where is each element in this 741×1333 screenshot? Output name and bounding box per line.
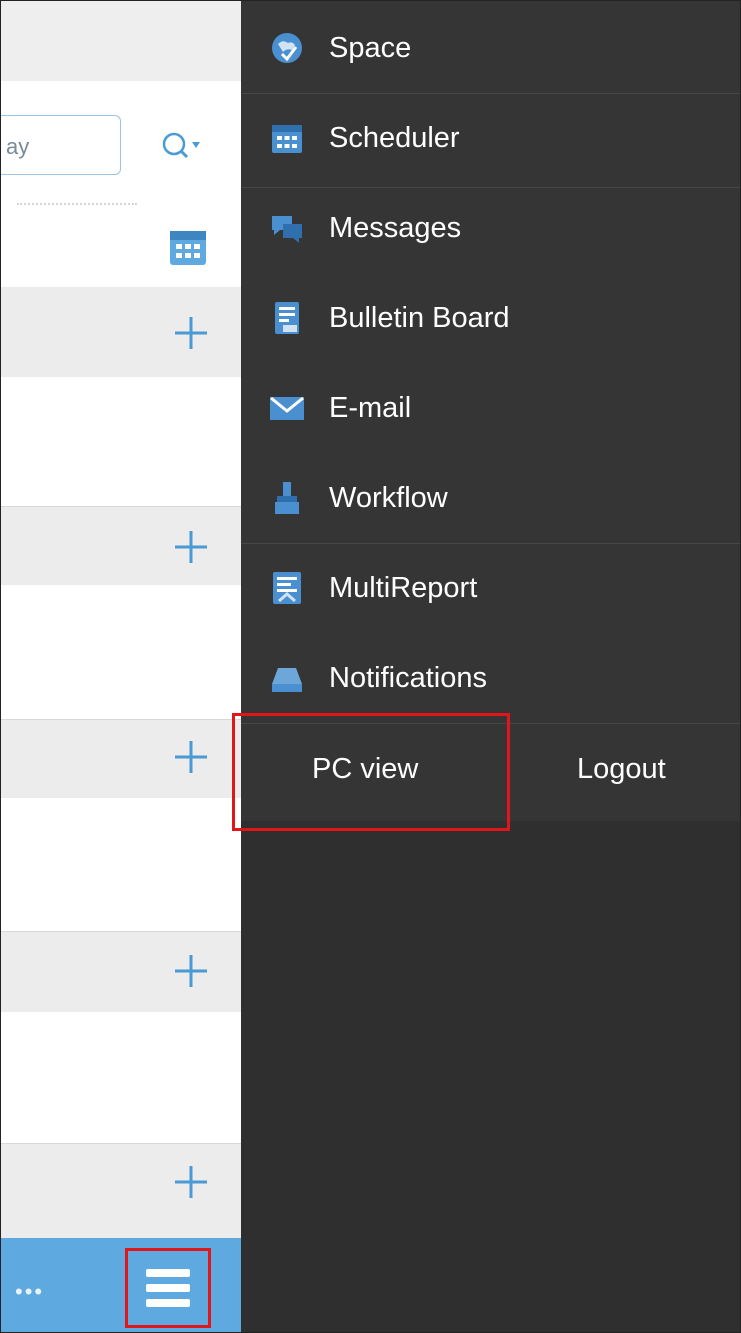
menu-item-email[interactable]: E-mail <box>241 363 521 453</box>
menu-item-label: E-mail <box>329 391 412 424</box>
menu-item-bulletin-board[interactable]: Bulletin Board <box>241 273 521 363</box>
add-plus-icon[interactable] <box>173 953 209 989</box>
menu-item-workflow[interactable]: Workflow <box>241 453 521 543</box>
menu-item-messages[interactable]: Messages <box>241 183 521 273</box>
workflow-icon <box>275 482 299 514</box>
add-plus-icon[interactable] <box>173 739 209 775</box>
menu-item-label: Scheduler <box>329 121 460 154</box>
search-input-text: ay <box>6 134 30 159</box>
add-plus-icon[interactable] <box>173 529 209 565</box>
menu-item-label: Messages <box>329 211 462 244</box>
menu-item-notifications[interactable]: Notifications <box>241 633 521 723</box>
search-input[interactable]: ay <box>1 115 121 175</box>
add-plus-icon[interactable] <box>173 1164 209 1200</box>
multireport-icon <box>273 572 301 604</box>
bulletin-board-icon <box>275 302 299 334</box>
top-bar <box>1 1 241 81</box>
menu-item-label: Notifications <box>329 661 487 694</box>
divider <box>17 203 137 205</box>
menu-item-label: Workflow <box>329 481 448 514</box>
menu-item-multireport[interactable]: MultiReport <box>241 543 521 633</box>
app-frame: ay ••• Space Scheduler Messages Bulletin… <box>0 0 741 1333</box>
menu-item-label: Bulletin Board <box>329 301 510 334</box>
email-icon <box>270 396 304 420</box>
messages-icon <box>272 216 302 243</box>
side-menu: Space Scheduler Messages Bulletin Board … <box>241 1 740 1332</box>
add-plus-icon[interactable] <box>173 315 209 351</box>
pc-view-button[interactable]: PC view <box>312 753 418 786</box>
calendar-icon[interactable] <box>168 225 208 267</box>
background-page: ay ••• <box>1 1 241 1332</box>
menu-item-label: Space <box>329 31 412 64</box>
menu-item-scheduler[interactable]: Scheduler <box>241 93 521 183</box>
menu-item-label: MultiReport <box>329 571 478 604</box>
logout-button[interactable]: Logout <box>577 753 666 786</box>
menu-button[interactable] <box>125 1248 211 1328</box>
hamburger-icon <box>146 1269 190 1307</box>
space-icon <box>272 33 302 63</box>
notifications-icon <box>272 668 302 692</box>
more-dots[interactable]: ••• <box>15 1281 44 1303</box>
search-icon[interactable] <box>161 129 201 165</box>
calendar-icon <box>272 125 302 153</box>
menu-item-space[interactable]: Space <box>241 3 521 93</box>
